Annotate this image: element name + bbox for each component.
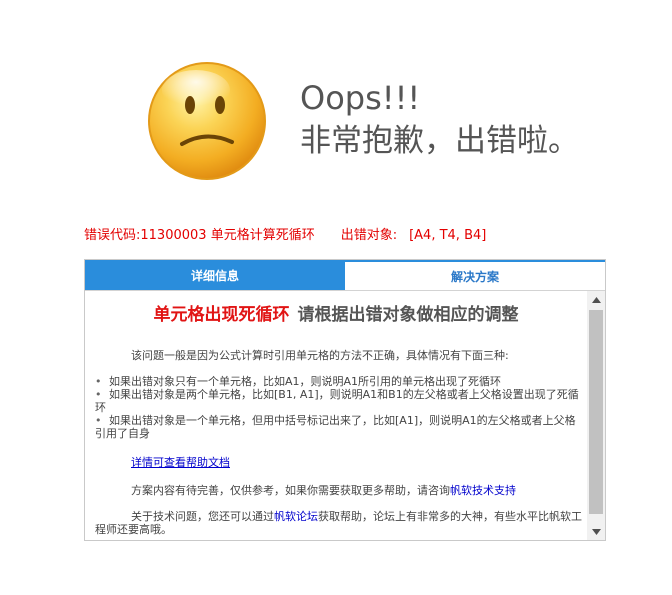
arrow-down-icon <box>591 528 601 535</box>
solution-heading-main: 单元格出现死循环 <box>153 305 290 325</box>
list-item: • 如果出错对象只有一个单元格，比如A1，则说明A1所引用的单元格出现了死循环 <box>95 375 583 388</box>
page-subtitle: 非常抱歉，出错啦。 <box>300 123 579 159</box>
vertical-scrollbar[interactable] <box>587 291 605 540</box>
forum-prefix: 关于技术问题，您还可以通过 <box>131 510 274 523</box>
case-text: 如果出错对象是两个单元格，比如[B1, A1]，则说明A1和B1的左父格或者上父… <box>95 388 579 414</box>
tab-bar: 详细信息 解决方案 <box>85 260 605 291</box>
solution-heading: 单元格出现死循环 请根据出错对象做相应的调整 <box>85 307 587 324</box>
error-object-value: [A4, T4, B4] <box>409 228 487 243</box>
scroll-down-button[interactable] <box>587 523 605 540</box>
scroll-up-button[interactable] <box>587 291 605 308</box>
arrow-up-icon <box>591 296 601 303</box>
help-docs-link[interactable]: 详情可查看帮助文档 <box>131 456 230 469</box>
error-panel: 详细信息 解决方案 单元格出现死循环 请根据出错对象做相应的调整 该问题一般是因为… <box>84 259 606 541</box>
case-text: 如果出错对象只有一个单元格，比如A1，则说明A1所引用的单元格出现了死循环 <box>109 375 502 388</box>
bullet-icon: • <box>95 414 102 427</box>
list-item: • 如果出错对象是两个单元格，比如[B1, A1]，则说明A1和B1的左父格或者上… <box>95 388 583 414</box>
list-item: • 如果出错对象是一个单元格，但用中括号标记出来了，比如[A1]，则说明A1的左父… <box>95 414 583 440</box>
page-title: Oops!!! <box>300 79 421 117</box>
bullet-icon: • <box>95 388 102 401</box>
sad-face-icon <box>148 62 266 180</box>
tech-support-link[interactable]: 帆软技术支持 <box>450 484 516 497</box>
forum-note: 关于技术问题，您还可以通过帆软论坛获取帮助，论坛上有非常多的大神，有些水平比帆软… <box>95 510 585 536</box>
case-text: 如果出错对象是一个单元格，但用中括号标记出来了，比如[A1]，则说明A1的左父格… <box>95 414 576 440</box>
more-help-text: 方案内容有待完善，仅供参考，如果你需要获取更多帮助，请咨询帆软技术支持 <box>131 484 516 497</box>
scroll-thumb[interactable] <box>589 310 603 514</box>
error-code-label: 错误代码: <box>84 228 141 243</box>
solution-heading-sub: 请根据出错对象做相应的调整 <box>297 305 519 325</box>
tab-details[interactable]: 详细信息 <box>85 260 345 290</box>
solution-intro: 该问题一般是因为公式计算时引用单元格的方法不正确，具体情况有下面三种: <box>131 349 509 362</box>
error-code-value: 11300003 单元格计算死循环 <box>140 228 315 243</box>
bullet-icon: • <box>95 375 102 388</box>
error-object-label: 出错对象: <box>340 228 398 243</box>
tab-solution[interactable]: 解决方案 <box>345 260 605 290</box>
case-list: • 如果出错对象只有一个单元格，比如A1，则说明A1所引用的单元格出现了死循环 •… <box>95 375 583 440</box>
more-help-prefix: 方案内容有待完善，仅供参考，如果你需要获取更多帮助，请咨询 <box>131 484 450 497</box>
error-info: 错误代码:11300003 单元格计算死循环 出错对象: [A4, T4, B4] <box>84 227 486 245</box>
solution-content: 单元格出现死循环 请根据出错对象做相应的调整 该问题一般是因为公式计算时引用单元格… <box>85 291 587 540</box>
forum-link[interactable]: 帆软论坛 <box>274 510 318 523</box>
